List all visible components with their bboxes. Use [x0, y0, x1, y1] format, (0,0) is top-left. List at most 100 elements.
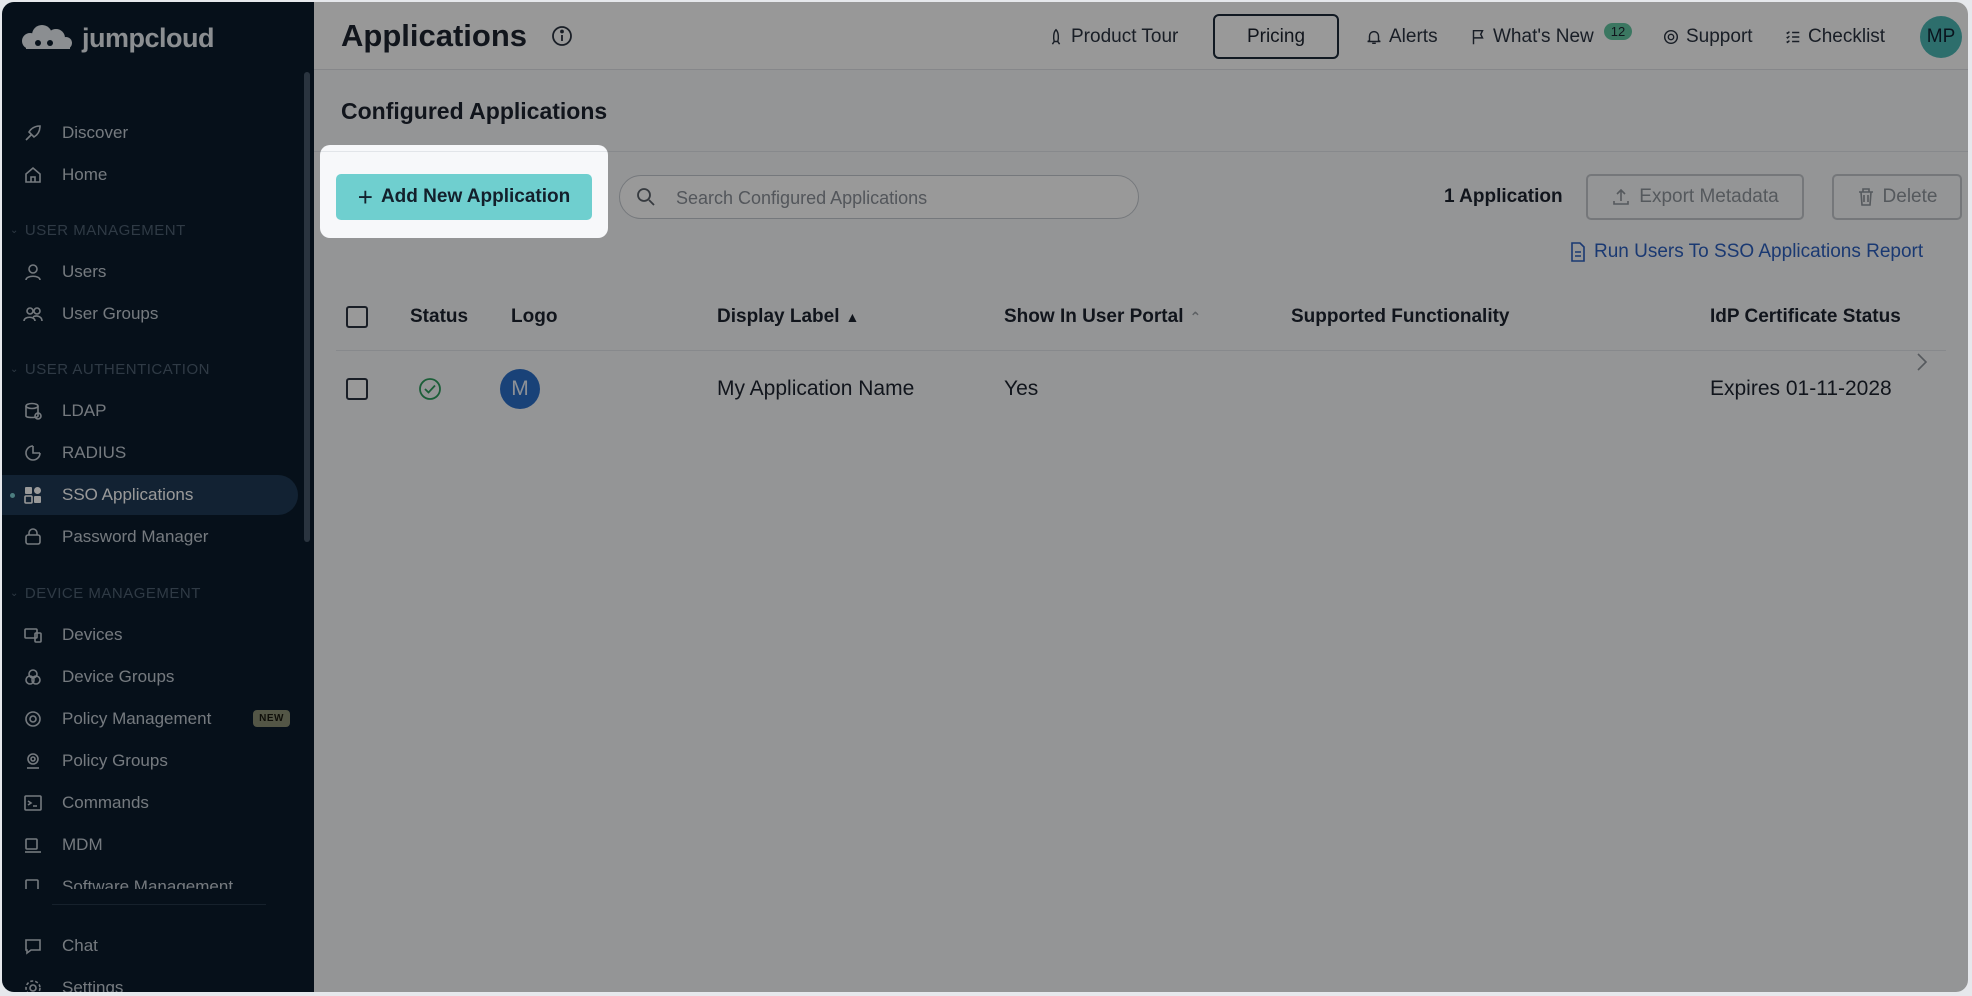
top-bar: Applications Product Tour Pricing Alerts… [314, 2, 1968, 70]
sidebar-item-sso-applications[interactable]: SSO Applications [2, 475, 298, 515]
delete-button[interactable]: Delete [1832, 174, 1962, 220]
app-logo: M [500, 369, 540, 409]
section-user-authentication[interactable]: ⌄ USER AUTHENTICATION [10, 361, 210, 378]
flag-icon [1472, 29, 1484, 45]
sidebar-item-software-management[interactable]: Software Management [2, 867, 300, 889]
sidebar-item-label: LDAP [62, 401, 107, 420]
sidebar-item-commands[interactable]: Commands [2, 783, 300, 823]
document-icon [1571, 242, 1585, 262]
devices-icon [24, 628, 42, 643]
home-icon [25, 166, 41, 183]
column-header-show-in-user-portal[interactable]: Show In User Portal ⌃ [1004, 306, 1201, 328]
active-indicator [10, 493, 15, 498]
sidebar-item-device-groups[interactable]: Device Groups [2, 657, 300, 697]
radius-icon [25, 445, 41, 461]
sidebar-item-discover[interactable]: Discover [2, 113, 300, 153]
sidebar-item-policy-management[interactable]: Policy Management NEW [2, 699, 300, 739]
run-report-link[interactable]: Run Users To SSO Applications Report [1570, 241, 1923, 263]
status-active-icon [419, 378, 441, 400]
policy-icon [25, 711, 41, 727]
section-device-management[interactable]: ⌄ DEVICE MANAGEMENT [10, 585, 201, 602]
whats-new-count-badge: 12 [1603, 22, 1633, 40]
user-group-icon [23, 307, 43, 322]
grid-apps-icon [24, 487, 41, 504]
application-count: 1 Application [1444, 186, 1563, 207]
sidebar-item-label: SSO Applications [62, 485, 194, 504]
column-header-supported-functionality[interactable]: Supported Functionality [1291, 306, 1510, 328]
info-icon[interactable] [551, 25, 573, 47]
terminal-icon [24, 795, 42, 811]
sidebar-item-settings[interactable]: Settings [2, 968, 300, 992]
search-box[interactable] [619, 175, 1139, 219]
export-metadata-button[interactable]: Export Metadata [1586, 174, 1804, 220]
sidebar-item-password-manager[interactable]: Password Manager [2, 517, 300, 557]
sidebar-item-user-groups[interactable]: User Groups [2, 294, 300, 334]
chevron-down-icon: ⌄ [10, 588, 19, 599]
select-all-checkbox[interactable] [346, 306, 368, 328]
column-header-display-label[interactable]: Display Label ▲︎ [717, 306, 859, 328]
sidebar-item-label: Software Management [62, 877, 234, 889]
brand-logo[interactable]: jumpcloud [18, 20, 215, 56]
chevron-down-icon: ⌄ [10, 225, 19, 236]
sidebar-item-policy-groups[interactable]: Policy Groups [2, 741, 300, 781]
cell-show-in-portal: Yes [1004, 377, 1039, 400]
sidebar-item-label: Commands [62, 793, 149, 812]
chevron-right-icon[interactable] [1911, 350, 1931, 374]
new-badge: NEW [253, 710, 290, 727]
app-window: jumpcloud Discover Home ⌄ USER MANAGEMEN… [2, 2, 1968, 992]
sidebar-item-chat[interactable]: Chat [2, 926, 300, 966]
trash-icon [1858, 188, 1873, 206]
section-user-management[interactable]: ⌄ USER MANAGEMENT [10, 222, 186, 239]
sidebar-item-label: MDM [62, 835, 103, 854]
user-icon [25, 264, 41, 281]
sidebar-item-label: Discover [62, 123, 129, 142]
sidebar-item-label: Policy Management [62, 709, 212, 728]
lifebuoy-icon [1663, 29, 1679, 45]
section-title: Configured Applications [341, 98, 608, 124]
sidebar-item-label: Devices [62, 625, 123, 644]
sort-icon: ⌃ [1189, 308, 1202, 325]
user-avatar[interactable]: MP [1920, 16, 1962, 58]
gear-icon [25, 980, 41, 992]
sidebar-item-label: Chat [62, 936, 98, 955]
sidebar-item-label: Users [62, 262, 107, 281]
bell-icon [1367, 30, 1381, 45]
sidebar-item-ldap[interactable]: LDAP [2, 391, 300, 431]
sidebar-item-mdm[interactable]: MDM [2, 825, 300, 865]
search-icon [637, 188, 655, 206]
rocket-icon [1051, 28, 1061, 45]
divider [314, 151, 1968, 152]
sidebar-item-radius[interactable]: RADIUS [2, 433, 300, 473]
sidebar-item-devices[interactable]: Devices [2, 615, 300, 655]
support-link[interactable]: Support [1662, 24, 1753, 50]
table-header-divider [336, 350, 1946, 351]
search-input[interactable] [676, 184, 1116, 212]
alerts-link[interactable]: Alerts [1365, 24, 1438, 50]
page-title: Applications [341, 18, 528, 53]
product-tour-link[interactable]: Product Tour [1047, 24, 1178, 50]
column-header-status[interactable]: Status [410, 306, 468, 328]
checklist-link[interactable]: Checklist [1784, 24, 1885, 50]
sidebar-item-label: Settings [62, 978, 124, 992]
whats-new-link[interactable]: What's New 12 [1469, 22, 1633, 50]
chevron-down-icon: ⌄ [10, 364, 19, 375]
cell-cert-status: Expires 01-11-2028 [1710, 377, 1892, 400]
sidebar-item-home[interactable]: Home [2, 155, 300, 195]
sidebar: jumpcloud Discover Home ⌄ USER MANAGEMEN… [2, 2, 314, 992]
sidebar-item-label: RADIUS [62, 443, 127, 462]
cell-display-label[interactable]: My Application Name [717, 377, 914, 401]
sort-ascending-icon: ▲︎ [845, 309, 860, 325]
column-header-idp-certificate-status[interactable]: IdP Certificate Status [1710, 306, 1901, 328]
software-icon [25, 879, 39, 889]
add-new-application-button[interactable]: + Add New Application [336, 174, 592, 220]
sidebar-item-users[interactable]: Users [2, 252, 300, 292]
password-icon [25, 528, 41, 545]
chat-icon [25, 939, 41, 955]
brand-name: jumpcloud [82, 22, 215, 53]
main-content: Applications Product Tour Pricing Alerts… [314, 2, 1968, 992]
cloud-logo-icon [22, 25, 72, 49]
column-header-logo: Logo [511, 306, 558, 327]
sidebar-scrollbar[interactable] [304, 72, 310, 542]
pricing-button[interactable]: Pricing [1213, 14, 1339, 59]
row-checkbox[interactable] [346, 378, 368, 400]
